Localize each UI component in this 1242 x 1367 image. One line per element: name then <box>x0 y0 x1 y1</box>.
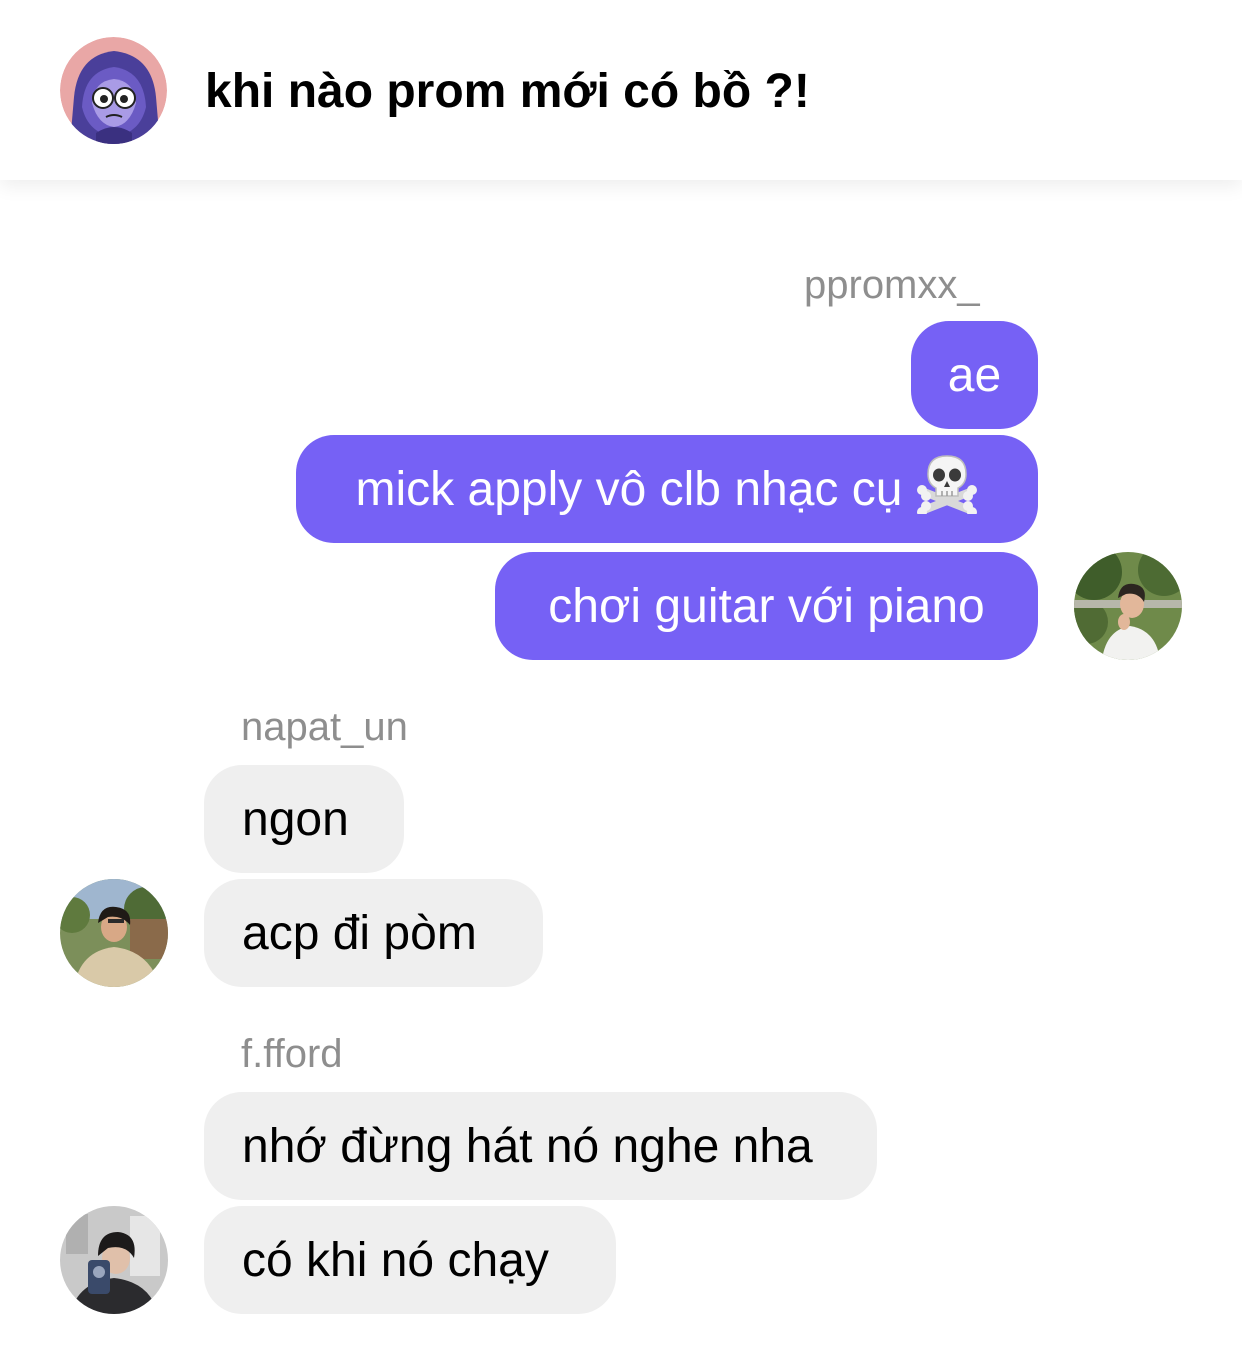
message-bubble[interactable]: ngon <box>204 765 404 873</box>
message-text: có khi nó chạy <box>242 1233 549 1287</box>
sender-name: ppromxx_ <box>804 263 980 307</box>
message-text: nhớ đừng hát nó nghe nha <box>242 1119 813 1173</box>
avatar[interactable] <box>60 1206 168 1314</box>
message-bubble[interactable]: ae <box>911 321 1038 429</box>
message-bubble[interactable]: acp đi pòm <box>204 879 543 987</box>
avatar[interactable] <box>1074 552 1182 660</box>
message-text: chơi guitar với piano <box>548 579 985 633</box>
message-bubble[interactable]: có khi nó chạy <box>204 1206 616 1314</box>
message-bubble[interactable]: nhớ đừng hát nó nghe nha <box>204 1092 877 1200</box>
user-photo-avatar-icon <box>60 1206 168 1314</box>
group-title: khi nào prom mới có bồ ?! <box>205 65 810 118</box>
sender-name: f.fford <box>241 1032 343 1076</box>
message-text: ae <box>947 348 1002 402</box>
message-bubble[interactable]: mick apply vô clb nhạc cụ <box>296 435 1038 543</box>
user-photo-avatar-icon <box>1074 552 1182 660</box>
group-avatar[interactable] <box>60 37 167 144</box>
message-text: ngon <box>242 792 349 846</box>
message-text: mick apply vô clb nhạc cụ <box>355 462 903 516</box>
user-photo-avatar-icon <box>60 879 168 987</box>
message-text: acp đi pòm <box>242 906 477 960</box>
hooded-cartoon-avatar-icon <box>60 37 167 144</box>
message-bubble[interactable]: chơi guitar với piano <box>495 552 1038 660</box>
sender-name: napat_un <box>241 705 408 749</box>
skull-crossbones-emoji-icon <box>916 452 978 526</box>
chat-header: khi nào prom mới có bồ ?! <box>0 0 1242 180</box>
avatar[interactable] <box>60 879 168 987</box>
